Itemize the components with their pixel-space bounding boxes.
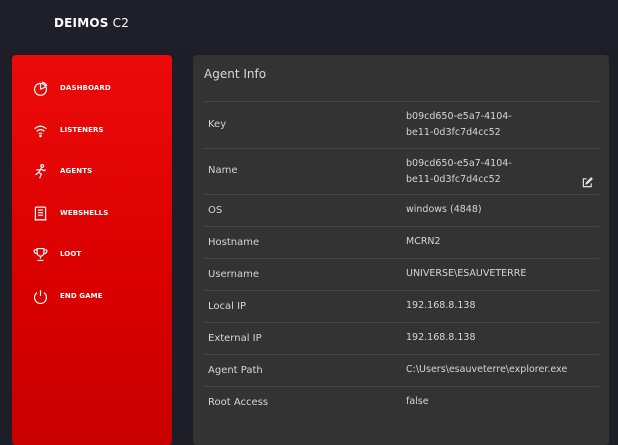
agent-info-panel: Agent Info Key b09cd650-e5a7-4104- be11-… [193,55,609,445]
running-person-icon [31,162,49,180]
row-label: Hostname [208,237,260,248]
sidebar-item-loot[interactable]: LOOT [12,239,172,269]
sidebar-item-label: END GAME [60,292,103,300]
row-label: Agent Path [208,365,263,376]
sidebar-item-label: LOOT [60,250,82,258]
sidebar-item-label: AGENTS [60,167,93,175]
sidebar-item-label: DASHBOARD [60,84,111,92]
wifi-icon [31,121,49,139]
row-value-line: b09cd650-e5a7-4104- [406,158,512,169]
row-value: 192.168.8.138 [406,300,476,311]
row-value: false [406,396,429,407]
row-label: External IP [208,333,262,344]
info-row-username: Username UNIVERSE\ESAUVETERRE [204,258,599,291]
info-row-name: Name b09cd650-e5a7-4104- be11-0d3fc7d4cc… [204,148,599,195]
row-value-line: be11-0d3fc7d4cc52 [406,127,501,138]
edit-name-icon[interactable] [582,173,593,188]
sidebar-item-dashboard[interactable]: DASHBOARD [12,73,172,103]
dashboard-icon [31,79,49,97]
info-row-local-ip: Local IP 192.168.8.138 [204,290,599,323]
sidebar-item-agents[interactable]: AGENTS [12,156,172,186]
row-value: MCRN2 [406,236,441,247]
panel-title: Agent Info [204,67,267,81]
sidebar-item-label: WEBSHELLS [60,209,109,217]
row-value: UNIVERSE\ESAUVETERRE [406,268,527,279]
info-row-agent-path: Agent Path C:\Users\esauveterre\explorer… [204,354,599,387]
sidebar-item-end-game[interactable]: END GAME [12,281,172,311]
brand-name: DEIMOS [54,16,109,30]
brand-suffix: C2 [108,16,130,30]
sidebar: DASHBOARD LISTENERS AGENTS WEBSHELLS LOO… [12,55,172,445]
row-value-line: be11-0d3fc7d4cc52 [406,174,501,185]
sidebar-item-label: LISTENERS [60,126,104,134]
row-label: OS [208,205,223,216]
app-logo[interactable]: DEIMOS C2 [54,16,129,30]
row-value: b09cd650-e5a7-4104- be11-0d3fc7d4cc52 [406,109,586,141]
row-label: Root Access [208,397,269,408]
trophy-icon [31,245,49,263]
row-label: Local IP [208,301,247,312]
row-value: 192.168.8.138 [406,332,476,343]
row-value-line: b09cd650-e5a7-4104- [406,111,512,122]
row-label: Name [208,165,238,176]
power-icon [31,287,49,305]
row-value: b09cd650-e5a7-4104- be11-0d3fc7d4cc52 [406,156,586,188]
sidebar-item-webshells[interactable]: WEBSHELLS [12,198,172,228]
document-icon [31,204,49,222]
sidebar-item-listeners[interactable]: LISTENERS [12,115,172,145]
info-row-root-access: Root Access false [204,386,599,419]
info-row-key: Key b09cd650-e5a7-4104- be11-0d3fc7d4cc5… [204,101,599,149]
row-value: C:\Users\esauveterre\explorer.exe [406,364,568,375]
info-row-os: OS windows (4848) [204,194,599,227]
info-row-hostname: Hostname MCRN2 [204,226,599,259]
row-value: windows (4848) [406,204,482,215]
info-row-external-ip: External IP 192.168.8.138 [204,322,599,355]
row-label: Username [208,269,259,280]
top-bar: DEIMOS C2 [0,0,618,44]
row-label: Key [208,119,227,130]
